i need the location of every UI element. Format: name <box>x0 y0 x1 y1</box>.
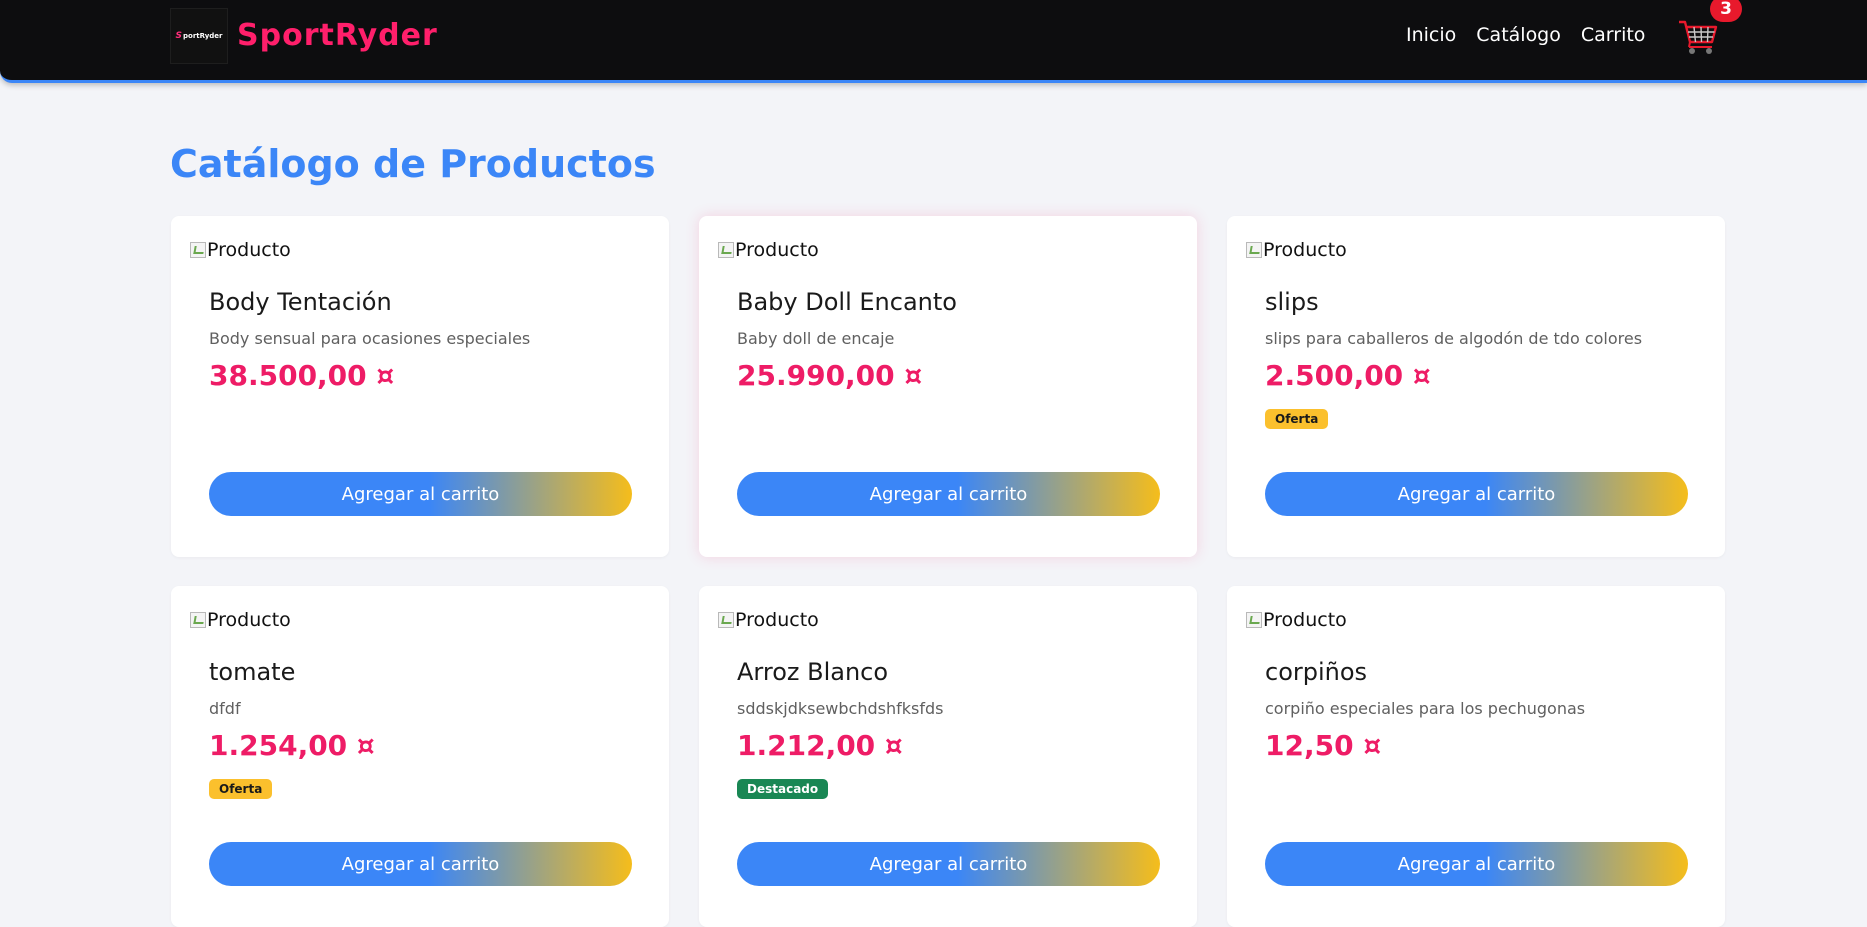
product-description: Baby doll de encaje <box>737 329 895 348</box>
nav-link-inicio[interactable]: Inicio <box>1406 24 1456 46</box>
product-price: 12,50 ¤ <box>1265 729 1382 762</box>
product-image-alt: Producto <box>1263 239 1347 261</box>
product-name: tomate <box>209 658 296 686</box>
product-card: Producto Body Tentación Body sensual par… <box>171 216 669 557</box>
broken-image-icon <box>718 612 734 628</box>
main-nav: Inicio Catálogo Carrito <box>1406 24 1665 46</box>
product-price: 25.990,00 ¤ <box>737 359 923 392</box>
product-image-alt: Producto <box>1263 609 1347 631</box>
product-name: Body Tentación <box>209 288 392 316</box>
broken-image-icon <box>1246 242 1262 258</box>
product-image: Producto <box>1246 609 1347 631</box>
add-to-cart-button[interactable]: Agregar al carrito <box>1265 842 1688 886</box>
nav-link-carrito[interactable]: Carrito <box>1581 24 1646 46</box>
product-image-alt: Producto <box>735 239 819 261</box>
product-card: Producto Baby Doll Encanto Baby doll de … <box>699 216 1197 557</box>
product-image-alt: Producto <box>735 609 819 631</box>
logo-mark: S <box>175 31 182 41</box>
product-price: 1.212,00 ¤ <box>737 729 903 762</box>
product-name: Baby Doll Encanto <box>737 288 957 316</box>
page-title: Catálogo de Productos <box>170 142 656 186</box>
product-card: Producto Arroz Blanco sddskjdksewbchdshf… <box>699 586 1197 927</box>
broken-image-icon <box>190 242 206 258</box>
brand-name[interactable]: SportRyder <box>237 18 438 53</box>
cart-count-badge: 3 <box>1710 0 1742 22</box>
product-card: Producto slips slips para caballeros de … <box>1227 216 1725 557</box>
broken-image-icon <box>1246 612 1262 628</box>
nav-link-catalogo[interactable]: Catálogo <box>1476 24 1561 46</box>
broken-image-icon <box>718 242 734 258</box>
add-to-cart-button[interactable]: Agregar al carrito <box>1265 472 1688 516</box>
offer-badge: Oferta <box>209 779 273 799</box>
product-price: 38.500,00 ¤ <box>209 359 395 392</box>
product-card: Producto corpiños corpiño especiales par… <box>1227 586 1725 927</box>
product-image-alt: Producto <box>207 609 291 631</box>
top-navbar: SportRyder SportRyder Inicio Catálogo Ca… <box>0 0 1867 83</box>
product-image: Producto <box>190 609 291 631</box>
featured-badge: Destacado <box>737 779 829 799</box>
product-image: Producto <box>1246 239 1347 261</box>
add-to-cart-button[interactable]: Agregar al carrito <box>737 472 1160 516</box>
logo-mark-text: portRyder <box>183 32 223 40</box>
product-grid: Producto Body Tentación Body sensual par… <box>171 216 1727 927</box>
product-price: 2.500,00 ¤ <box>1265 359 1431 392</box>
product-image-alt: Producto <box>207 239 291 261</box>
product-description: Body sensual para ocasiones especiales <box>209 329 531 348</box>
product-description: sddskjdksewbchdshfksfds <box>737 699 944 718</box>
product-price: 1.254,00 ¤ <box>209 729 375 762</box>
product-description: slips para caballeros de algodón de tdo … <box>1265 329 1643 348</box>
add-to-cart-button[interactable]: Agregar al carrito <box>737 842 1160 886</box>
product-image: Producto <box>718 239 819 261</box>
product-name: corpiños <box>1265 658 1368 686</box>
product-card: Producto tomate dfdf 1.254,00 ¤ Oferta A… <box>171 586 669 927</box>
add-to-cart-button[interactable]: Agregar al carrito <box>209 472 632 516</box>
product-image: Producto <box>718 609 819 631</box>
brand-logo[interactable]: SportRyder <box>170 8 228 64</box>
shopping-cart-icon[interactable] <box>1677 16 1719 56</box>
add-to-cart-button[interactable]: Agregar al carrito <box>209 842 632 886</box>
product-description: dfdf <box>209 699 241 718</box>
product-name: slips <box>1265 288 1319 316</box>
product-image: Producto <box>190 239 291 261</box>
offer-badge: Oferta <box>1265 409 1329 429</box>
product-description: corpiño especiales para los pechugonas <box>1265 699 1586 718</box>
broken-image-icon <box>190 612 206 628</box>
product-name: Arroz Blanco <box>737 658 889 686</box>
